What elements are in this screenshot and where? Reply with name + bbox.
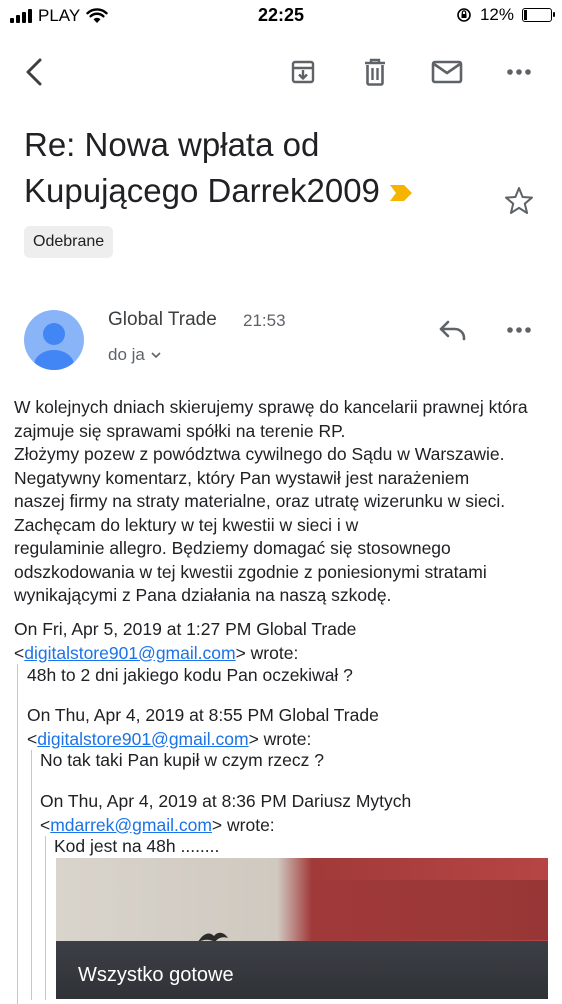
quote-text: 48h to 2 dni jakiego kodu Pan oczekiwał … [27, 665, 353, 685]
email-subject: Re: Nowa wpłata od Kupującego Darrek2009 [24, 122, 444, 214]
quote-text: Kod jest na 48h ........ [54, 836, 220, 856]
email-subject-text: Re: Nowa wpłata od Kupującego Darrek2009 [24, 126, 380, 209]
more-icon [507, 327, 531, 333]
mark-unread-button[interactable] [425, 50, 469, 94]
wrote-label: wrote: [250, 642, 299, 663]
more-options-button[interactable] [497, 50, 541, 94]
inbox-label-chip[interactable]: Odebrane [24, 226, 114, 258]
star-icon [505, 187, 533, 214]
quote-header-line: On Thu, Apr 4, 2019 at 8:55 PM Global Tr… [27, 705, 379, 725]
body-line: W kolejnych dniach skierujemy sprawę do … [14, 397, 528, 417]
reply-button[interactable] [433, 310, 473, 350]
delete-button[interactable] [353, 50, 397, 94]
archive-icon [291, 60, 315, 84]
sender-email-link[interactable]: digitalstore901@gmail.com [24, 643, 235, 663]
body-line: Zachęcam do lektury w tej kwestii w siec… [14, 514, 359, 535]
quote-text: No tak taki Pan kupił w czym rzecz ? [40, 750, 324, 770]
important-label-icon[interactable] [388, 183, 414, 203]
quote-header-line: <mdarrek@gmail.com> wrote: [40, 814, 275, 835]
mail-icon [431, 60, 463, 84]
email-toolbar [0, 50, 562, 94]
message-time: 21:53 [243, 311, 286, 330]
back-button[interactable] [12, 50, 56, 94]
recipient-text: do ja [108, 345, 145, 364]
quote-header-line: On Thu, Apr 4, 2019 at 8:36 PM Dariusz M… [40, 791, 412, 811]
sender-name: Global Trade [108, 309, 217, 330]
sender-email-link[interactable]: digitalstore901@gmail.com [37, 729, 248, 749]
chevron-down-icon [151, 352, 161, 359]
trash-icon [365, 58, 385, 86]
person-icon [34, 323, 74, 370]
orientation-lock-icon [457, 8, 471, 22]
body-line: Negatywny komentarz, który Pan wystawił … [14, 467, 470, 488]
body-line: Złożymy pozew z powództwa cywilnego do S… [14, 444, 505, 464]
image-caption: Wszystko gotowe [78, 964, 234, 986]
inline-image[interactable]: Wszystko gotowe [56, 858, 548, 999]
message-body: W kolejnych dniach skierujemy sprawę do … [14, 396, 554, 608]
body-line: odszkodowania w tej kwestii zgodnie z po… [14, 561, 487, 582]
quote-header-line: On Fri, Apr 5, 2019 at 1:27 PM Global Tr… [14, 619, 357, 639]
quote-header: On Thu, Apr 4, 2019 at 8:55 PM Global Tr… [27, 704, 379, 751]
battery-percent: 12% [479, 5, 514, 24]
body-line: zajmuje się sprawami spółki na terenie R… [14, 420, 346, 441]
body-line: wynikającymi z Pana działania na naszą s… [14, 585, 392, 605]
body-line: naszej firmy na straty materialne, oraz … [14, 491, 506, 511]
quote-header: On Fri, Apr 5, 2019 at 1:27 PM Global Tr… [14, 618, 356, 665]
archive-button[interactable] [281, 50, 325, 94]
body-line: regulaminie allegro. Będziemy domagać si… [14, 538, 451, 558]
status-bar: PLAY 22:25 12% [0, 0, 562, 32]
quote-header: On Thu, Apr 4, 2019 at 8:36 PM Dariusz M… [40, 790, 411, 837]
quote-header-line: <digitalstore901@gmail.com> wrote: [27, 728, 312, 749]
wrote-label: wrote: [227, 814, 275, 835]
recipient-details[interactable]: do ja [108, 345, 162, 365]
photo-background [56, 858, 548, 941]
reply-icon [439, 320, 466, 341]
battery-icon [522, 8, 555, 22]
wrote-label: wrote: [263, 728, 312, 749]
battery-level [524, 10, 527, 20]
star-button[interactable] [502, 184, 536, 218]
battery-group: 12% [456, 5, 555, 25]
back-arrow-icon [26, 58, 42, 86]
more-icon [507, 69, 531, 75]
message-more-button[interactable] [499, 310, 539, 350]
sender-email-link[interactable]: mdarrek@gmail.com [50, 815, 212, 835]
avatar[interactable] [24, 310, 84, 370]
quote-header-line: <digitalstore901@gmail.com> wrote: [14, 642, 299, 663]
